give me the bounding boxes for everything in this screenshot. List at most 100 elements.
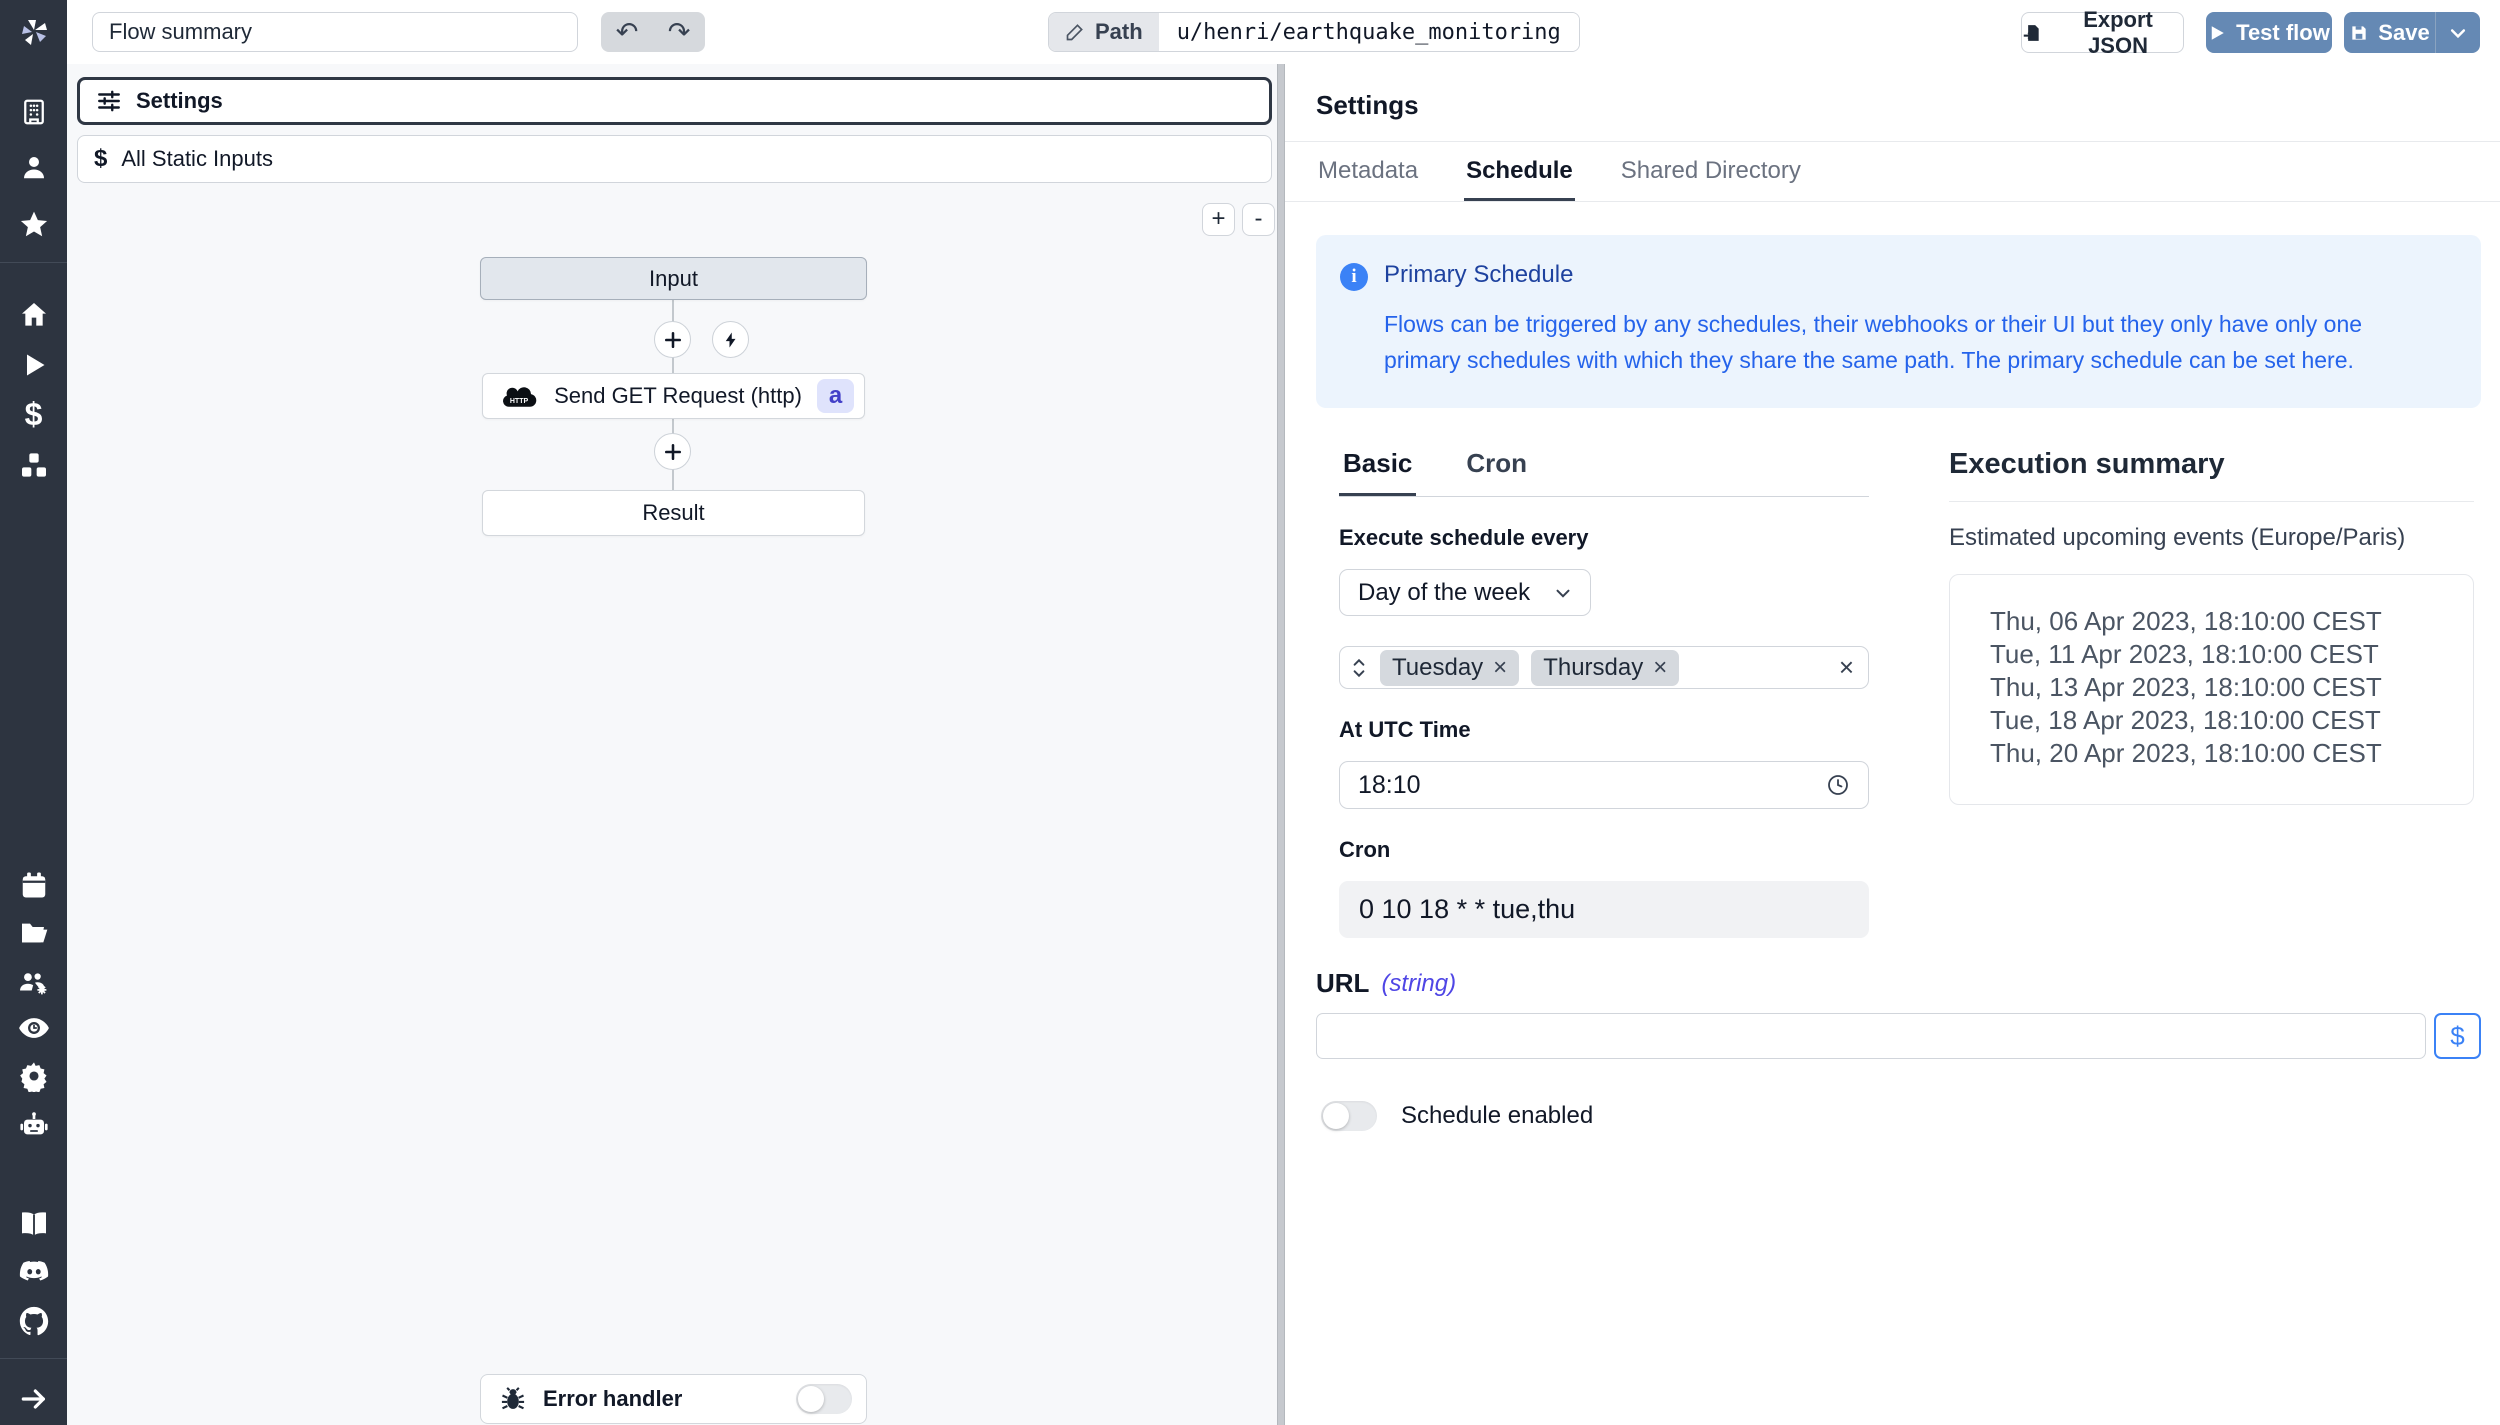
plus-icon — [664, 443, 681, 460]
upcoming-events-box: Thu, 06 Apr 2023, 18:10:00 CEST Tue, 11 … — [1949, 574, 2474, 806]
save-dropdown-button[interactable] — [2436, 12, 2480, 53]
plus-icon — [664, 331, 681, 348]
error-handler-toggle[interactable] — [796, 1384, 852, 1414]
execution-summary-subtitle: Estimated upcoming events (Europe/Paris) — [1949, 524, 2406, 552]
error-handler-node[interactable]: Error handler — [480, 1374, 867, 1424]
dollar-icon[interactable]: $ — [25, 398, 43, 430]
result-node-label: Result — [642, 500, 705, 525]
save-button[interactable]: Save — [2344, 12, 2436, 53]
all-static-inputs-button[interactable]: $ All Static Inputs — [77, 135, 1272, 183]
event-row: Tue, 18 Apr 2023, 18:10:00 CEST — [1990, 705, 2381, 736]
eye-icon[interactable] — [17, 1011, 51, 1045]
cron-expression: 0 10 18 * * tue,thu — [1339, 881, 1869, 939]
building-icon[interactable] — [19, 97, 49, 127]
undo-redo-group: ↶ ↷ — [601, 12, 705, 52]
chevron-down-icon — [1556, 589, 1570, 598]
days-multiselect[interactable]: Tuesday × Thursday × × — [1339, 646, 1869, 690]
tab-basic[interactable]: Basic — [1339, 448, 1417, 497]
windmill-logo-icon[interactable] — [16, 14, 52, 50]
flow-node-http[interactable]: HTTP Send GET Request (http) a — [482, 373, 865, 419]
pencil-icon — [1066, 24, 1083, 41]
export-icon — [2023, 24, 2039, 41]
schedule-enabled-label: Schedule enabled — [1401, 1102, 1594, 1130]
schedule-enabled-toggle[interactable] — [1321, 1101, 1377, 1132]
insert-variable-button[interactable]: $ — [2434, 1013, 2481, 1060]
execution-summary-title: Execution summary — [1949, 448, 2474, 503]
utc-time-input[interactable] — [1358, 770, 1558, 800]
sliders-icon — [98, 90, 120, 112]
gear-icon[interactable] — [18, 1060, 50, 1092]
panel-resize-handle[interactable] — [1277, 64, 1285, 1425]
url-type-label: (string) — [1381, 969, 1457, 997]
users-gear-icon[interactable] — [17, 965, 51, 999]
flow-node-input[interactable]: Input — [480, 257, 867, 300]
arrow-right-icon[interactable] — [18, 1383, 50, 1415]
day-tag-label: Tuesday — [1392, 653, 1484, 681]
url-input[interactable] — [1316, 1013, 2426, 1060]
book-icon[interactable] — [18, 1208, 50, 1240]
undo-button[interactable]: ↶ — [601, 12, 653, 52]
clear-all-icon[interactable]: × — [1839, 652, 1854, 683]
folder-icon[interactable] — [18, 917, 50, 949]
flow-summary-input[interactable] — [92, 12, 578, 52]
remove-tag-icon[interactable]: × — [1653, 654, 1667, 682]
play-icon[interactable] — [20, 351, 48, 379]
star-icon[interactable] — [18, 209, 50, 241]
home-icon[interactable] — [18, 299, 50, 331]
path-label: Path — [1049, 13, 1159, 51]
event-row: Tue, 11 Apr 2023, 18:10:00 CEST — [1990, 639, 2379, 670]
trigger-button[interactable] — [712, 321, 749, 358]
calendar-icon[interactable] — [19, 870, 49, 900]
discord-icon[interactable] — [17, 1255, 51, 1289]
robot-icon[interactable] — [18, 1109, 50, 1141]
execution-summary: Execution summary Estimated upcoming eve… — [1949, 448, 2474, 938]
flow-settings-button[interactable]: Settings — [77, 77, 1272, 125]
frequency-select[interactable]: Day of the week — [1339, 569, 1591, 617]
canvas-zoom-out-button[interactable]: - — [1242, 203, 1275, 236]
error-handler-label: Error handler — [543, 1386, 683, 1411]
day-tag-label: Thursday — [1543, 653, 1644, 681]
cubes-icon[interactable] — [18, 450, 50, 482]
test-flow-button[interactable]: Test flow — [2206, 12, 2332, 53]
tab-cron[interactable]: Cron — [1462, 448, 1531, 496]
cron-label: Cron — [1339, 837, 1391, 863]
tab-metadata[interactable]: Metadata — [1316, 142, 1420, 201]
day-tag: Thursday × — [1531, 649, 1680, 686]
settings-tabs: Metadata Schedule Shared Directory — [1285, 142, 2500, 202]
add-step-button[interactable] — [654, 321, 691, 358]
add-step-button[interactable] — [654, 433, 691, 470]
redo-button[interactable]: ↷ — [653, 12, 705, 52]
utc-time-field — [1339, 761, 1869, 810]
tab-shared-directory[interactable]: Shared Directory — [1619, 142, 1803, 201]
http-node-label: Send GET Request (http) — [554, 383, 802, 408]
github-icon[interactable] — [17, 1304, 51, 1338]
flow-graph-panel: Settings $ All Static Inputs + - Input H… — [67, 64, 1277, 1425]
flow-settings-label: Settings — [136, 88, 223, 113]
path-field[interactable]: Path u/henri/earthquake_monitoring — [1048, 12, 1580, 52]
clock-icon[interactable] — [1826, 773, 1850, 797]
icon-sidebar: $ — [0, 0, 67, 1425]
tab-schedule[interactable]: Schedule — [1464, 142, 1575, 201]
path-value[interactable]: u/henri/earthquake_monitoring — [1158, 13, 1579, 51]
settings-panel: Settings Metadata Schedule Shared Direct… — [1285, 64, 2500, 1425]
bug-icon — [501, 1387, 525, 1410]
save-button-group: Save — [2344, 12, 2480, 53]
event-row: Thu, 06 Apr 2023, 18:10:00 CEST — [1990, 606, 2382, 637]
frequency-value: Day of the week — [1358, 578, 1531, 606]
url-label: URL — [1316, 968, 1370, 999]
schedule-form: Basic Cron Execute schedule every Day of… — [1339, 448, 1869, 939]
event-row: Thu, 13 Apr 2023, 18:10:00 CEST — [1990, 672, 2382, 703]
remove-tag-icon[interactable]: × — [1493, 654, 1507, 682]
settings-title: Settings — [1316, 90, 1419, 120]
schedule-mode-tabs: Basic Cron — [1339, 448, 1869, 498]
utc-time-label: At UTC Time — [1339, 717, 1471, 743]
flow-node-result[interactable]: Result — [482, 490, 865, 536]
app-root: $ Flow summary ↶ ↷ Path u/henri/earthqua… — [0, 0, 2500, 1425]
lightning-icon — [725, 332, 735, 347]
info-title: Primary Schedule — [1384, 261, 1574, 288]
canvas-zoom-in-button[interactable]: + — [1202, 203, 1235, 236]
user-icon[interactable] — [19, 152, 49, 182]
day-tag: Tuesday × — [1380, 649, 1520, 686]
export-json-button[interactable]: Export JSON — [2021, 7, 2184, 58]
node-id-badge: a — [817, 379, 854, 413]
